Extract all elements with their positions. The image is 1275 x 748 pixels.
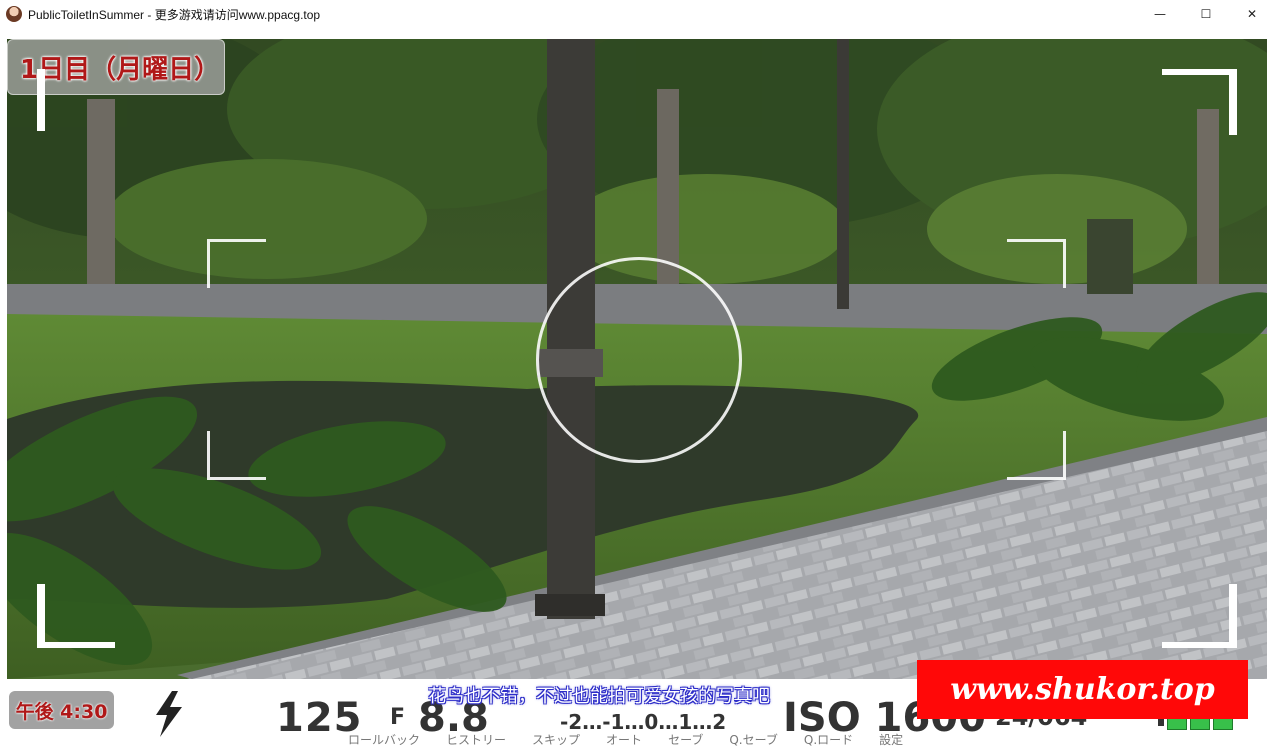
maximize-button[interactable]: ☐ [1183,0,1229,28]
save-button[interactable]: セーブ [668,731,703,748]
window-title-bar: PublicToiletInSummer - 更多游戏请访问www.ppacg.… [0,0,1275,28]
rollback-button[interactable]: ロールバック [348,731,420,748]
close-button[interactable]: ✕ [1229,0,1275,28]
dialogue-subtitle: 花鸟也不错，不过也能拍可爱女孩的写真吧 [428,686,770,707]
time-indicator: 午後 4:30 [9,691,114,729]
viewfinder-corner-bottom-left [37,584,115,648]
character-portrait-icon [6,6,22,22]
quick-save-button[interactable]: Q.セーブ [729,731,778,748]
viewfinder-corner-bottom-right [1162,584,1237,648]
lightning-bolt-icon [156,691,182,737]
window-title: PublicToiletInSummer - 更多游戏请访问www.ppacg.… [28,7,321,22]
focus-bracket-top-right [1007,239,1066,288]
history-button[interactable]: ヒストリー [446,731,506,748]
settings-button[interactable]: 設定 [879,731,903,748]
auto-button[interactable]: オート [606,731,642,748]
focus-bracket-top-left [207,239,266,288]
focus-bracket-bottom-right [1007,431,1066,480]
minimize-button[interactable]: — [1137,0,1183,28]
quick-menu: ロールバック ヒストリー スキップ オート セーブ Q.セーブ Q.ロード 設定 [348,731,903,748]
window-controls: — ☐ ✕ [1137,0,1275,28]
viewfinder-corner-top-right [1162,69,1237,135]
focus-bracket-bottom-left [207,431,266,480]
quick-load-button[interactable]: Q.ロード [804,731,853,748]
focus-circle [536,257,742,463]
skip-button[interactable]: スキップ [532,731,580,748]
game-viewport[interactable]: 1日目（月曜日） [7,39,1267,679]
aperture-prefix: F [390,705,406,730]
watermark-banner: www.shukor.top [917,660,1248,719]
viewfinder-corner-top-left [37,69,45,131]
